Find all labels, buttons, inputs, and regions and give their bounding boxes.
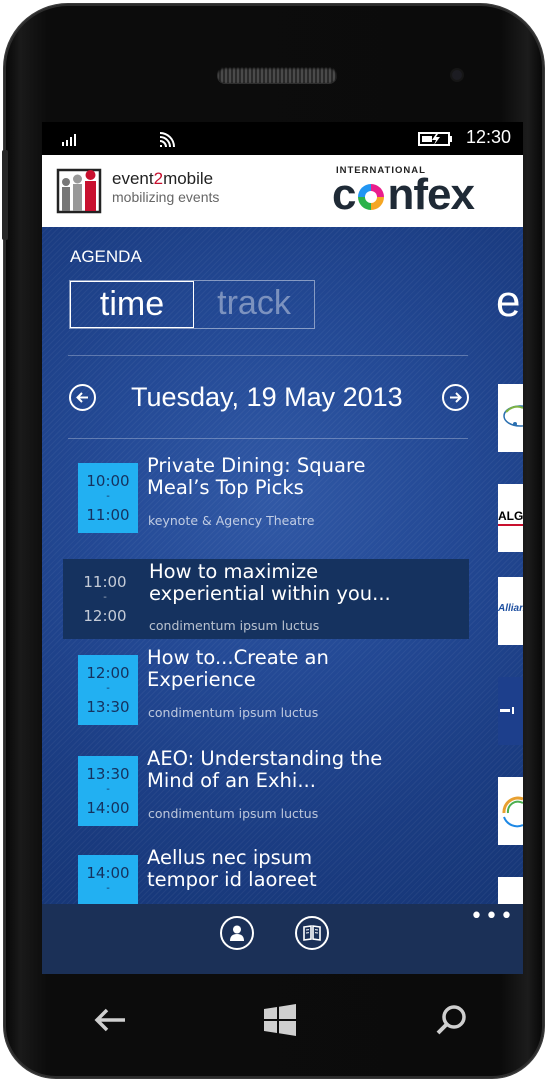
phone-screen: 12:30 event2mobile mobilizing events INT… (42, 122, 523, 974)
sponsor-logo-text: ALG (498, 509, 523, 523)
session-location: keynote & Agency Theatre (148, 513, 315, 528)
toggle-track[interactable]: track (194, 281, 314, 328)
sponsor-logo-strip[interactable]: ALG Allian (498, 227, 523, 904)
session-time-box: 13:30 - 14:00 (78, 756, 138, 826)
battery-charging-icon (418, 132, 452, 146)
time-separator: - (103, 592, 107, 603)
session-title: Aellus nec ipsum tempor id laoreet (147, 846, 317, 891)
sponsor-logo-tile[interactable] (498, 384, 523, 452)
brand-name: event2mobile (112, 169, 214, 188)
sponsor-emblem-icon (503, 405, 523, 427)
agenda-panorama[interactable]: AGENDA time track e Tuesday, 19 May 2013 (42, 227, 523, 904)
guide-button[interactable] (295, 916, 329, 950)
front-camera (452, 70, 462, 80)
sponsor-emblem-icon (502, 796, 523, 828)
session-item[interactable]: 12:00 - 13:30 How to...Create an Experien… (66, 647, 474, 733)
session-end-time: 14:00 (86, 799, 130, 817)
divider (68, 355, 468, 356)
session-end-time: 12:00 (83, 607, 127, 625)
date-navigator: Tuesday, 19 May 2013 (69, 377, 473, 423)
next-day-button[interactable] (442, 384, 469, 411)
sponsor-logo-tile[interactable] (498, 777, 523, 845)
back-arrow-icon[interactable] (92, 1002, 128, 1038)
windows-logo-icon[interactable] (262, 1002, 298, 1038)
status-clock: 12:30 (466, 127, 512, 147)
time-separator: - (106, 683, 110, 694)
session-time-box: 14:00 - (78, 855, 138, 904)
arrow-right-icon (450, 392, 462, 403)
search-icon[interactable] (434, 1002, 470, 1038)
sponsor-logo-tile[interactable] (498, 877, 523, 904)
session-end-time: 11:00 (86, 506, 130, 524)
session-item[interactable]: 13:30 - 14:00 AEO: Understanding the Mind… (66, 748, 474, 834)
session-start-time: 12:00 (86, 664, 130, 682)
status-bar: 12:30 (42, 122, 523, 155)
session-location: condimentum ipsum luctus (148, 806, 319, 821)
earpiece-speaker (217, 67, 337, 83)
application-bar: ••• (42, 904, 523, 974)
sponsor-logo: c nfex (332, 170, 475, 219)
divider (68, 438, 468, 439)
sponsor-logo-text: Allian (498, 603, 523, 614)
brand-tagline: mobilizing events (112, 189, 220, 205)
toggle-time[interactable]: time (70, 281, 194, 328)
signal-bars-icon (62, 133, 76, 146)
session-start-time: 13:30 (86, 765, 130, 783)
session-title: How to maximize experiential within you..… (149, 560, 391, 605)
session-item[interactable]: 14:00 - Aellus nec ipsum tempor id laoree… (66, 847, 474, 904)
session-title: How to...Create an Experience (147, 646, 329, 691)
sponsor-logo-tile[interactable] (498, 677, 523, 745)
session-location: condimentum ipsum luctus (148, 705, 319, 720)
session-start-time: 10:00 (86, 472, 130, 490)
session-list: 10:00 - 11:00 Private Dining: Square Meal… (42, 455, 523, 904)
more-options-button[interactable]: ••• (470, 906, 515, 928)
arrow-left-icon (76, 392, 88, 403)
time-separator: - (106, 491, 110, 502)
speakers-button[interactable] (220, 916, 254, 950)
book-icon (303, 925, 321, 941)
session-location: condimentum ipsum luctus (149, 618, 320, 633)
session-time-box: 10:00 - 11:00 (78, 463, 138, 533)
session-start-time: 11:00 (83, 573, 127, 591)
confex-o-icon (358, 184, 385, 210)
page-title: AGENDA (70, 247, 142, 266)
session-end-time: 13:30 (86, 698, 130, 716)
current-date: Tuesday, 19 May 2013 (131, 382, 403, 412)
session-title: Private Dining: Square Meal’s Top Picks (147, 454, 366, 499)
sponsor-logo-tile[interactable]: ALG (498, 484, 523, 552)
session-start-time: 14:00 (86, 864, 130, 882)
session-item[interactable]: 10:00 - 11:00 Private Dining: Square Meal… (66, 455, 474, 541)
sponsor-logo-tile[interactable]: Allian (498, 577, 523, 645)
view-toggle[interactable]: time track (69, 280, 315, 329)
app-header: event2mobile mobilizing events INTERNATI… (42, 155, 523, 227)
session-item-selected[interactable]: 11:00 - 12:00 How to maximize experientia… (63, 559, 469, 639)
volume-button (2, 150, 8, 240)
session-time-box: 12:00 - 13:30 (78, 655, 138, 725)
previous-day-button[interactable] (69, 384, 96, 411)
event2mobile-logo-icon (56, 168, 102, 214)
wifi-icon (159, 132, 175, 148)
time-separator: - (106, 883, 110, 894)
session-time-box: 11:00 - 12:00 (75, 564, 135, 634)
time-separator: - (106, 784, 110, 795)
session-title: AEO: Understanding the Mind of an Exhi... (147, 747, 383, 792)
person-icon (230, 925, 244, 941)
